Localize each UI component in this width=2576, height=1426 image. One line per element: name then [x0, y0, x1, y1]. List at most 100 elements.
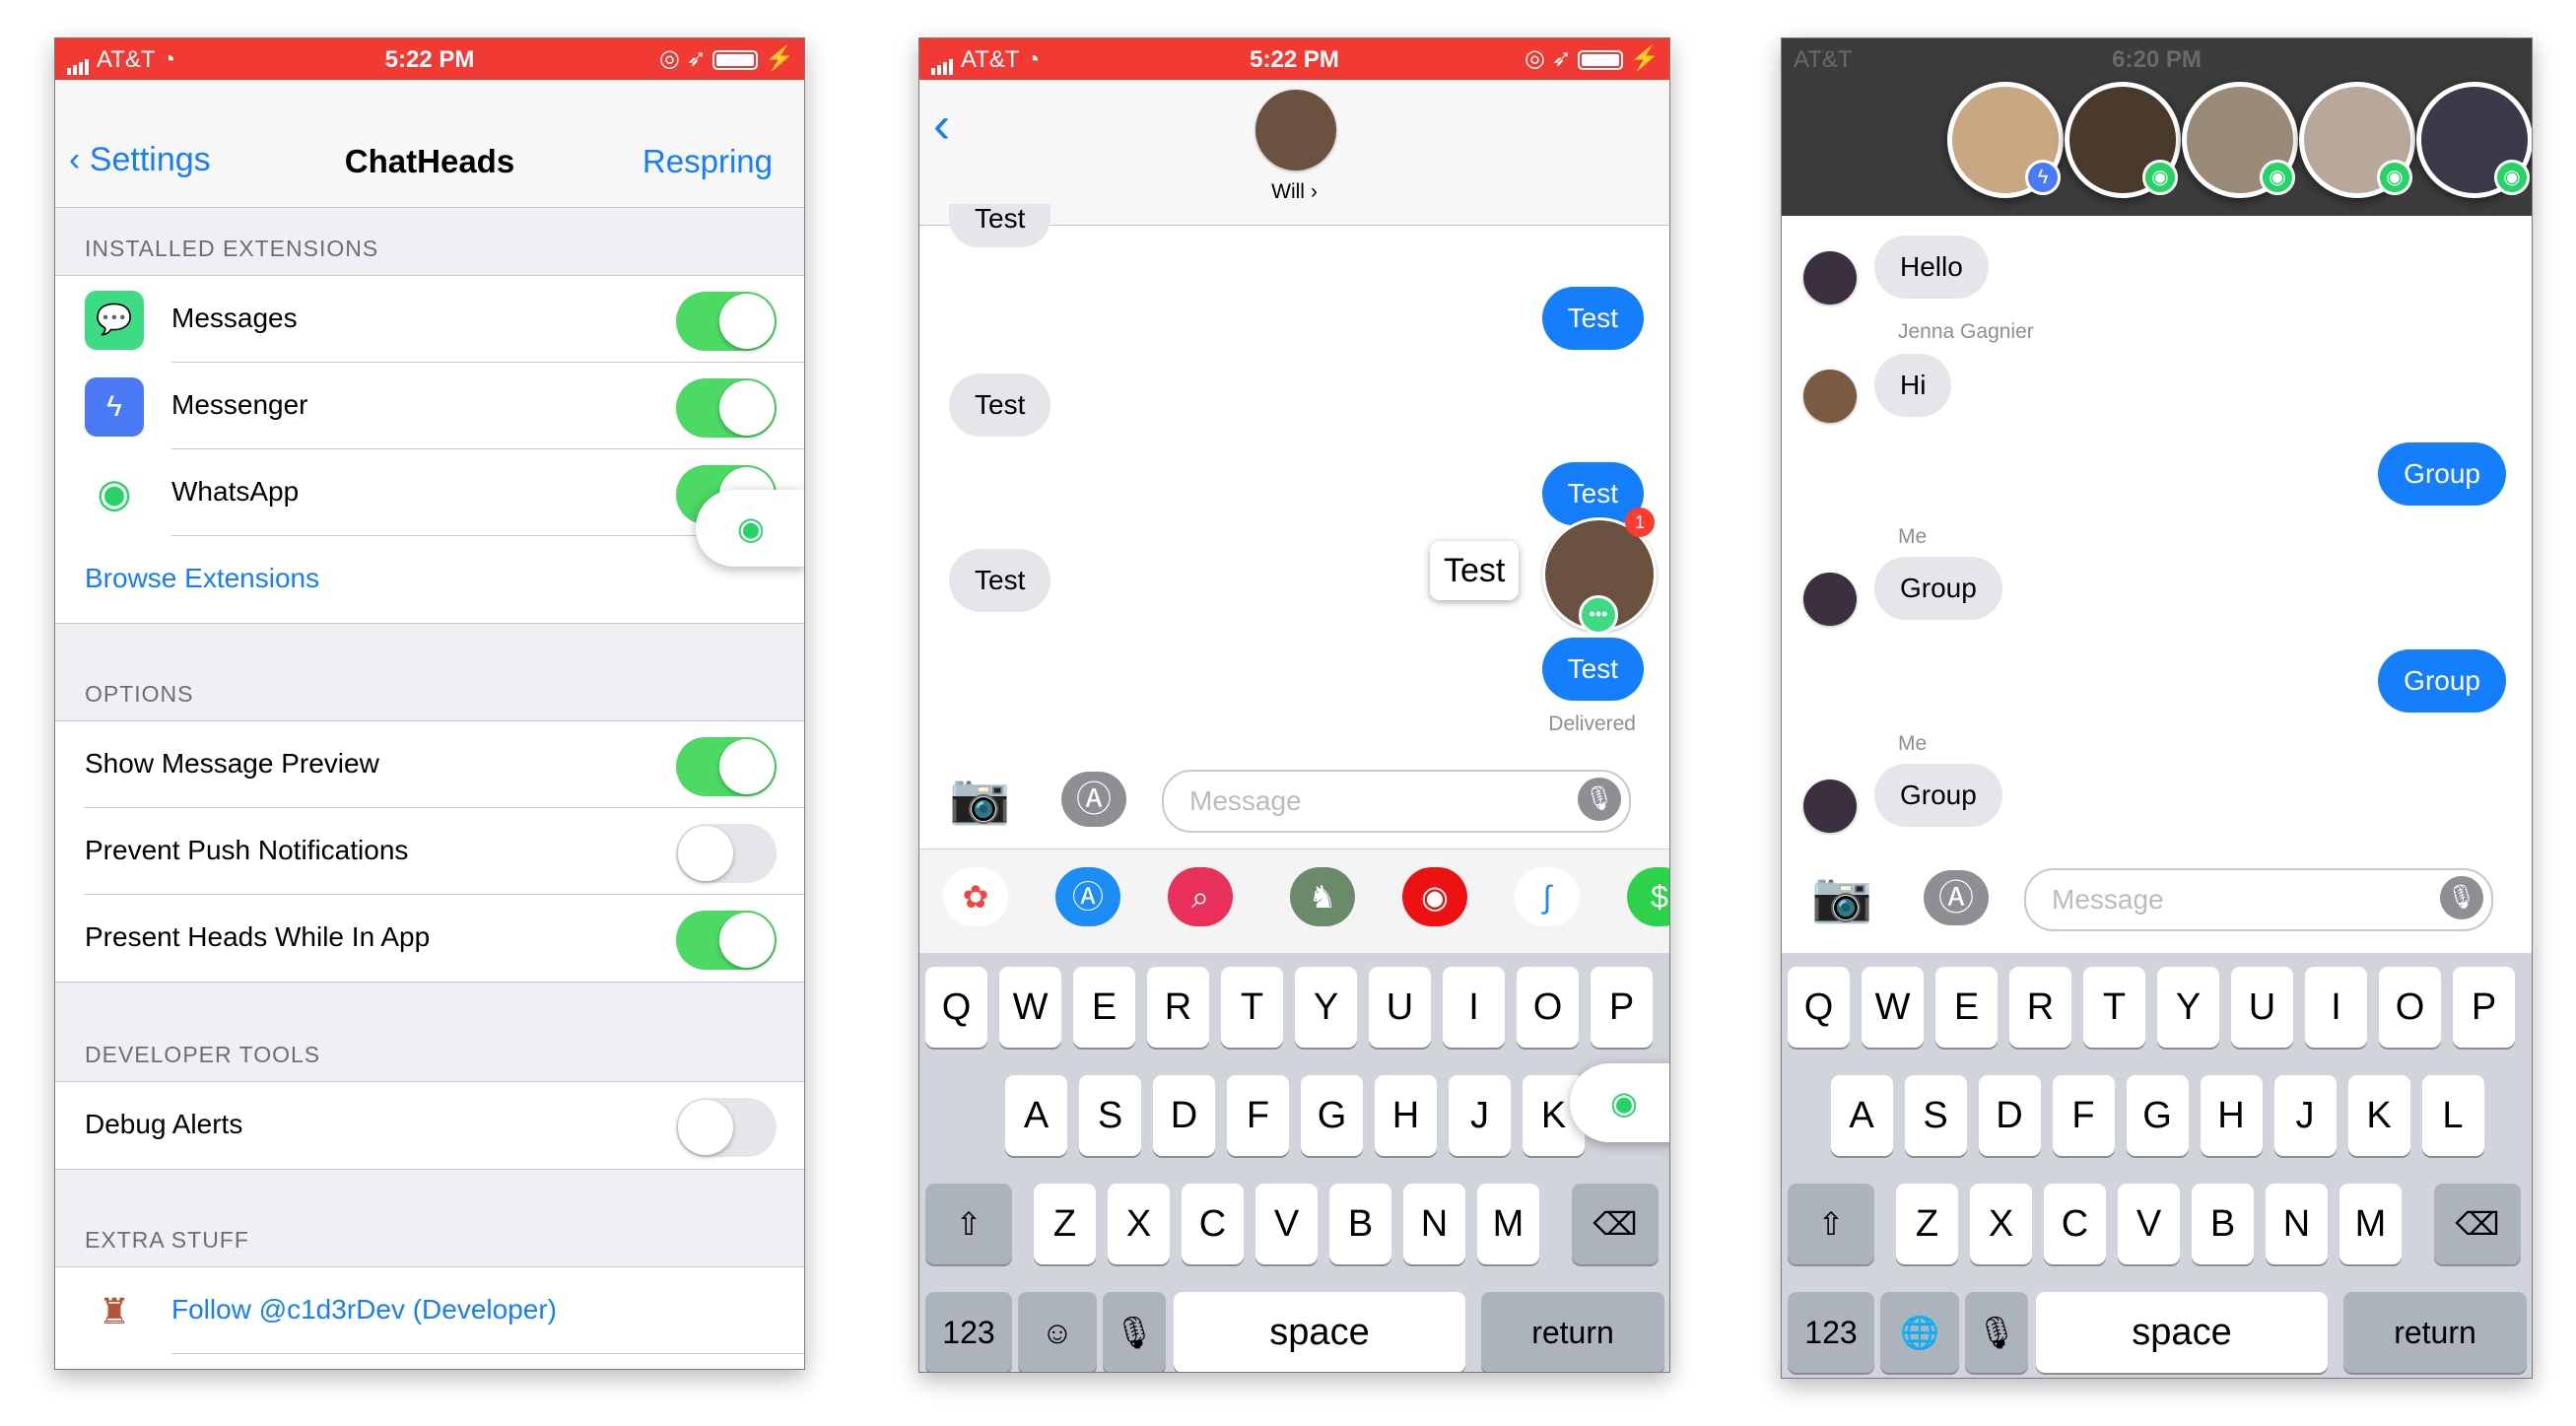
key-m[interactable]: M — [1477, 1184, 1539, 1264]
dictation-icon[interactable]: 🎙 — [1103, 1292, 1166, 1372]
key-p[interactable]: P — [2453, 967, 2515, 1048]
key-g[interactable]: G — [1301, 1075, 1363, 1156]
key-i[interactable]: I — [1443, 967, 1505, 1048]
key-c[interactable]: C — [1182, 1184, 1244, 1264]
key-j[interactable]: J — [1449, 1075, 1511, 1156]
key-f[interactable]: F — [2052, 1075, 2115, 1156]
key-n[interactable]: N — [2266, 1184, 2328, 1264]
key-c[interactable]: C — [2044, 1184, 2106, 1264]
follow-developer-link[interactable]: Follow @c1d3rDev (Developer) — [171, 1294, 557, 1325]
toggle-messenger[interactable] — [676, 378, 777, 438]
app-store-app-icon[interactable]: Ⓐ — [1055, 867, 1120, 926]
microphone-icon[interactable]: 🎙 — [2440, 876, 2483, 919]
follow-developer-row[interactable]: ♜ Follow @c1d3rDev (Developer) — [85, 1267, 804, 1354]
return-key[interactable]: return — [1481, 1292, 1664, 1372]
key-g[interactable]: G — [2126, 1075, 2189, 1156]
numbers-key[interactable]: 123 — [1788, 1292, 1874, 1373]
key-b[interactable]: B — [1329, 1184, 1391, 1264]
photos-app-icon[interactable]: ✿ — [943, 867, 1008, 926]
key-o[interactable]: O — [2379, 967, 2441, 1048]
key-s[interactable]: S — [1079, 1075, 1141, 1156]
chathead-whatsapp-3[interactable]: ◉ — [2299, 82, 2415, 198]
floating-chathead-whatsapp[interactable]: ◉ — [1570, 1063, 1669, 1142]
toggle-show-message-preview[interactable] — [676, 737, 777, 796]
toggle-prevent-push[interactable] — [676, 824, 777, 883]
key-u[interactable]: U — [2231, 967, 2293, 1048]
key-r[interactable]: R — [1147, 967, 1209, 1048]
key-v[interactable]: V — [2118, 1184, 2180, 1264]
chathead-preview[interactable]: Test — [1430, 541, 1520, 600]
key-v[interactable]: V — [1255, 1184, 1318, 1264]
key-a[interactable]: A — [1830, 1075, 1893, 1156]
numbers-key[interactable]: 123 — [925, 1292, 1012, 1372]
key-l[interactable]: L — [2421, 1075, 2484, 1156]
key-e[interactable]: E — [1073, 967, 1135, 1048]
respring-button[interactable]: Respring — [643, 143, 773, 180]
key-s[interactable]: S — [1904, 1075, 1967, 1156]
toggle-present-heads[interactable] — [676, 911, 777, 970]
key-x[interactable]: X — [1970, 1184, 2032, 1264]
key-n[interactable]: N — [1403, 1184, 1465, 1264]
browse-extensions-link[interactable]: Browse Extensions — [85, 563, 319, 594]
chathead-active[interactable]: ◉ — [2416, 82, 2532, 198]
key-j[interactable]: J — [2273, 1075, 2337, 1156]
back-button[interactable]: ‹ — [933, 96, 950, 155]
key-b[interactable]: B — [2192, 1184, 2254, 1264]
dictation-icon[interactable]: 🎙 — [1965, 1292, 2028, 1373]
microphone-icon[interactable]: 🎙 — [1578, 778, 1621, 821]
key-y[interactable]: Y — [1295, 967, 1357, 1048]
key-r[interactable]: R — [2009, 967, 2071, 1048]
key-k[interactable]: K — [2347, 1075, 2410, 1156]
camera-icon[interactable]: 📷 — [1811, 868, 1872, 926]
cash-app-icon[interactable]: $ — [1627, 867, 1669, 926]
chathead-messenger-group[interactable]: ϟ — [1947, 82, 2064, 198]
search-images-app-icon[interactable]: ⌕ — [1168, 867, 1233, 926]
music-app-icon[interactable]: ◉ — [1402, 867, 1467, 926]
chathead-whatsapp-1[interactable]: ◉ — [2065, 82, 2181, 198]
contact-avatar[interactable] — [1255, 90, 1336, 170]
shift-key[interactable]: ⇧ — [925, 1184, 1012, 1264]
key-w[interactable]: W — [999, 967, 1061, 1048]
key-t[interactable]: T — [2083, 967, 2145, 1048]
backspace-key[interactable]: ⌫ — [1572, 1184, 1659, 1264]
key-h[interactable]: H — [1375, 1075, 1437, 1156]
key-w[interactable]: W — [1862, 967, 1924, 1048]
app-store-icon[interactable]: Ⓐ — [1061, 772, 1126, 827]
key-t[interactable]: T — [1221, 967, 1283, 1048]
key-y[interactable]: Y — [2157, 967, 2219, 1048]
backspace-key[interactable]: ⌫ — [2434, 1184, 2521, 1264]
key-x[interactable]: X — [1108, 1184, 1170, 1264]
return-key[interactable]: return — [2343, 1292, 2527, 1373]
floating-chathead-whatsapp[interactable]: ◉ — [696, 490, 804, 567]
space-key[interactable]: space — [2036, 1292, 2328, 1373]
app-store-icon[interactable]: Ⓐ — [1924, 870, 1989, 925]
key-o[interactable]: O — [1517, 967, 1579, 1048]
key-u[interactable]: U — [1369, 967, 1431, 1048]
space-key[interactable]: space — [1174, 1292, 1465, 1372]
key-z[interactable]: Z — [1896, 1184, 1958, 1264]
globe-icon[interactable]: 🌐 — [1880, 1292, 1959, 1373]
key-d[interactable]: D — [1153, 1075, 1215, 1156]
toggle-messages[interactable] — [676, 292, 777, 351]
key-f[interactable]: F — [1227, 1075, 1289, 1156]
key-e[interactable]: E — [1935, 967, 1998, 1048]
shift-key[interactable]: ⇧ — [1788, 1184, 1874, 1264]
key-d[interactable]: D — [1978, 1075, 2041, 1156]
key-h[interactable]: H — [2200, 1075, 2263, 1156]
key-m[interactable]: M — [2339, 1184, 2402, 1264]
emoji-icon[interactable]: ☺ — [1018, 1292, 1097, 1372]
chathead-whatsapp-2[interactable]: ◉ — [2182, 82, 2298, 198]
message-input[interactable]: Message 🎙 — [1162, 770, 1631, 833]
key-q[interactable]: Q — [925, 967, 987, 1048]
contact-name[interactable]: Will › — [919, 180, 1669, 204]
shazam-app-icon[interactable]: ∫ — [1515, 867, 1580, 926]
key-i[interactable]: I — [2305, 967, 2367, 1048]
browse-extensions-row[interactable]: Browse Extensions — [85, 536, 804, 623]
key-z[interactable]: Z — [1034, 1184, 1096, 1264]
key-a[interactable]: A — [1005, 1075, 1067, 1156]
message-input[interactable]: Message 🎙 — [2024, 868, 2493, 931]
key-q[interactable]: Q — [1788, 967, 1850, 1048]
game-app-icon[interactable]: ♞ — [1290, 867, 1355, 926]
toggle-debug-alerts[interactable] — [676, 1098, 777, 1157]
camera-icon[interactable]: 📷 — [949, 770, 1010, 828]
